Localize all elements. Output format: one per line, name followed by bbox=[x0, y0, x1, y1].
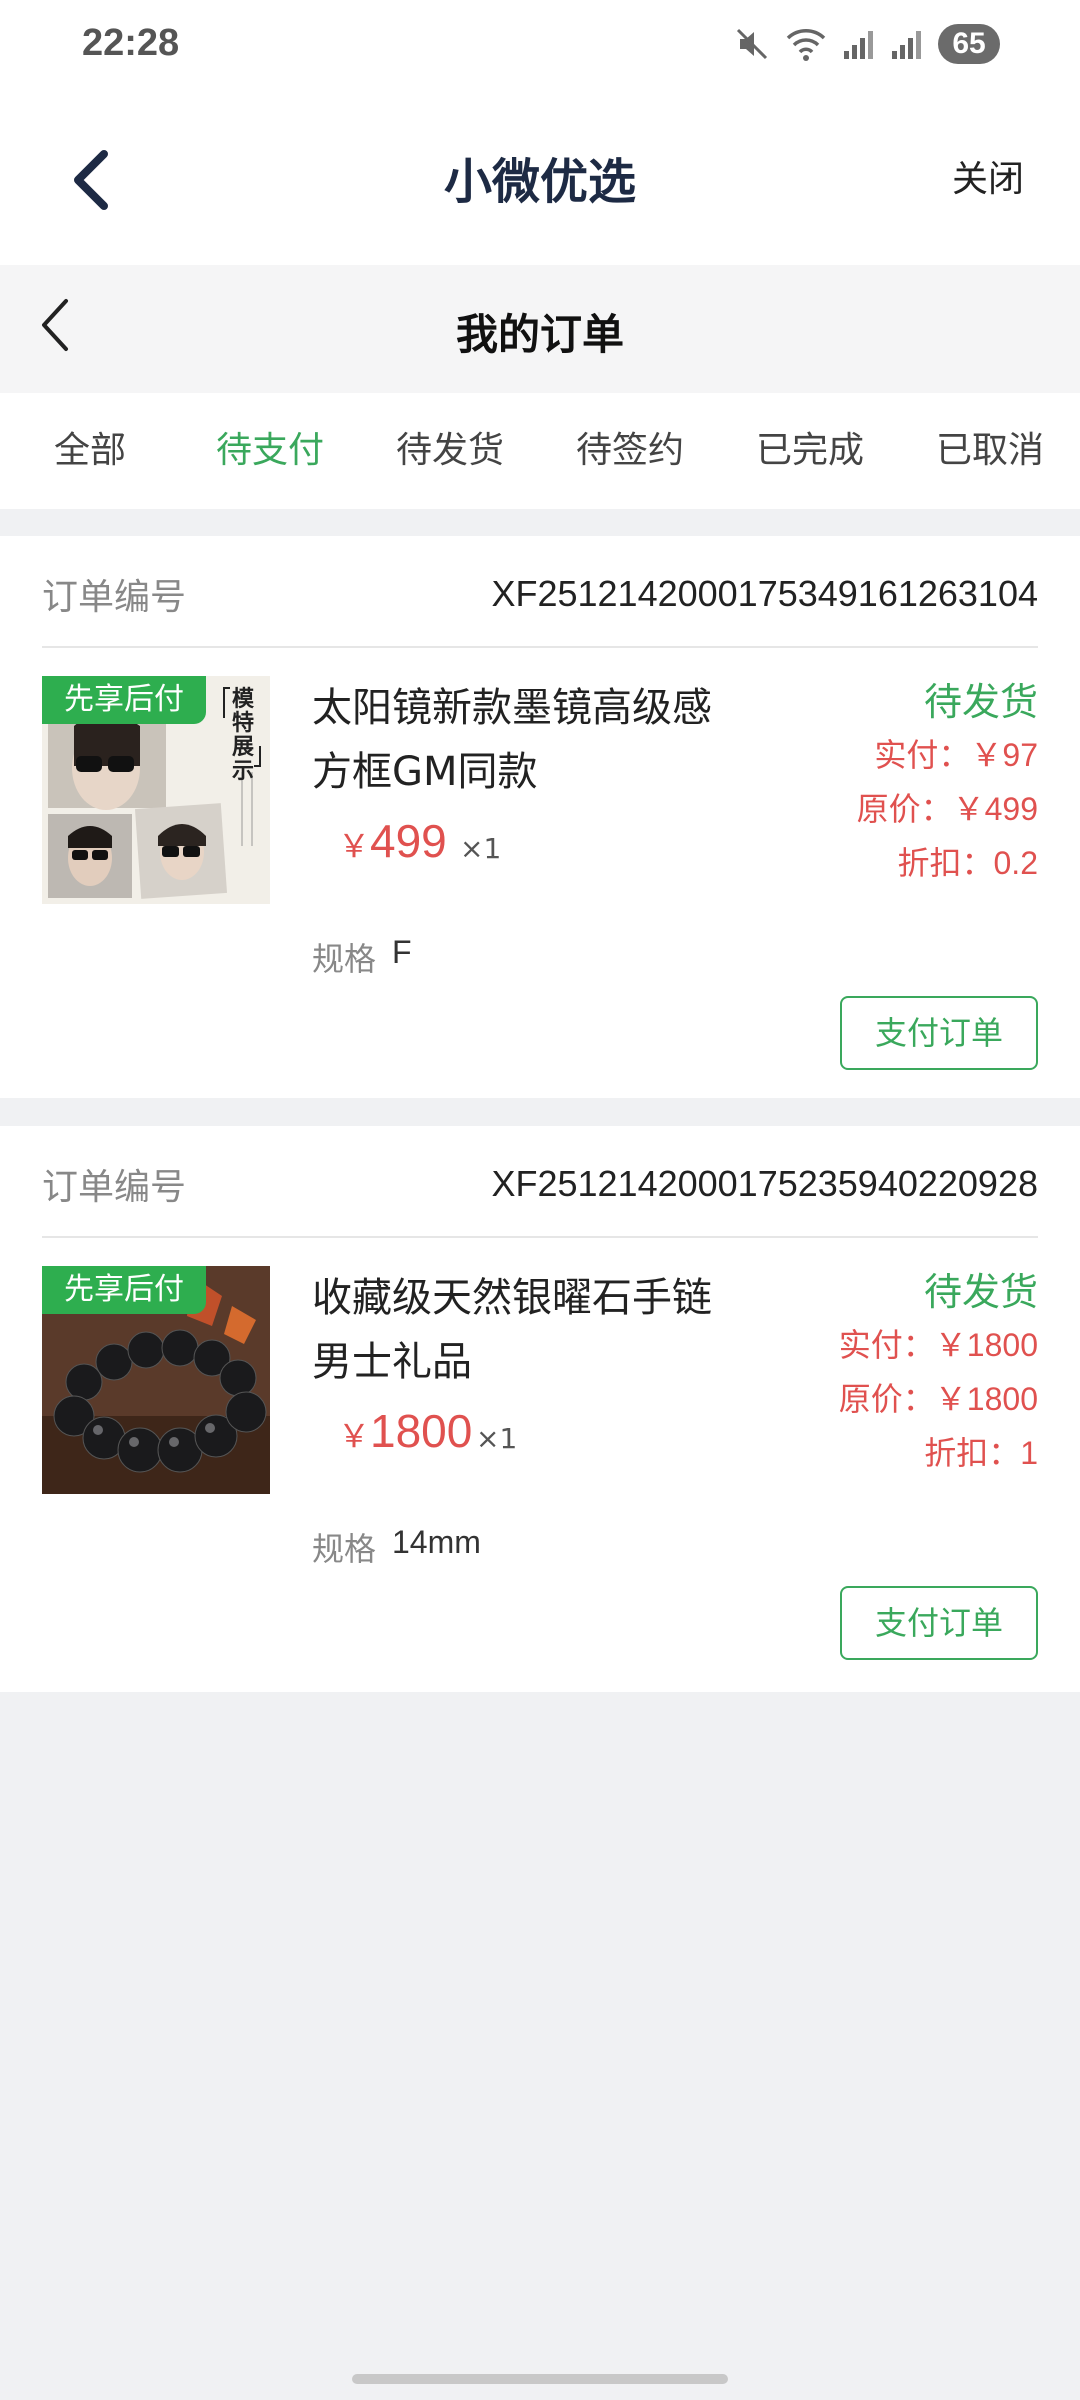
order-number: XF2512142000175349161263104 bbox=[491, 573, 1038, 614]
paid-amount: 实付：￥97 bbox=[874, 737, 1038, 773]
order-status: 待发货 bbox=[923, 680, 1038, 724]
close-button[interactable]: 关闭 bbox=[952, 150, 1024, 202]
tab-pending-contract[interactable]: 待签约 bbox=[540, 393, 720, 509]
home-indicator[interactable] bbox=[352, 2374, 728, 2384]
product-image-sunglasses[interactable]: 模 特 展 示 先享后付 bbox=[42, 676, 270, 904]
order-summary: 待发货 实付：￥97 原价：￥499 折扣：0.2 bbox=[857, 676, 1038, 890]
status-bar: 22:28 65 bbox=[0, 0, 1080, 90]
spec-label: 规格 bbox=[312, 1530, 377, 1568]
divider bbox=[42, 646, 1038, 648]
product-price: ￥1800 bbox=[338, 1404, 472, 1458]
original-price: 原价：￥1800 bbox=[838, 1381, 1038, 1417]
divider bbox=[42, 1236, 1038, 1238]
currency-symbol: ￥ bbox=[338, 1418, 371, 1454]
product-name[interactable]: 收藏级天然银曜石手链 男士礼品 bbox=[312, 1266, 772, 1394]
order-card[interactable]: 订单编号 XF2512142000175349161263104 模 特 展 示… bbox=[0, 536, 1080, 1098]
wifi-icon bbox=[784, 26, 828, 62]
tab-pending-shipment[interactable]: 待发货 bbox=[360, 393, 540, 509]
order-status-tabs: 全部 待支付 待发货 待签约 已完成 已取消 bbox=[0, 393, 1080, 509]
mute-icon bbox=[734, 26, 770, 62]
product-name[interactable]: 太阳镜新款墨镜高级感 方框GM同款 bbox=[312, 676, 772, 804]
product-image-bracelet[interactable]: 先享后付 bbox=[42, 1266, 270, 1494]
status-icons: 65 bbox=[734, 22, 1000, 66]
order-number-label: 订单编号 bbox=[42, 577, 187, 618]
app-title: 小微优选 bbox=[443, 154, 636, 210]
order-number-label: 订单编号 bbox=[42, 1167, 187, 1208]
spec-value: 14mm bbox=[392, 1524, 481, 1560]
order-status: 待发货 bbox=[923, 1270, 1038, 1314]
buy-now-pay-later-badge: 先享后付 bbox=[42, 1266, 206, 1314]
app-bar: 小微优选 关闭 bbox=[0, 90, 1080, 265]
signal-icon-2 bbox=[890, 27, 924, 61]
status-time: 22:28 bbox=[82, 22, 180, 64]
spec-value: F bbox=[392, 934, 412, 970]
tab-pending-payment[interactable]: 待支付 bbox=[180, 393, 360, 509]
discount: 折扣：1 bbox=[924, 1435, 1038, 1471]
tab-completed[interactable]: 已完成 bbox=[720, 393, 900, 509]
battery-indicator: 65 bbox=[938, 24, 1000, 64]
order-number: XF2512142000175235940220928 bbox=[491, 1163, 1038, 1204]
tab-all[interactable]: 全部 bbox=[0, 393, 180, 509]
page-header: 我的订单 bbox=[0, 265, 1080, 393]
image-caption: 模 特 展 示 bbox=[232, 687, 255, 784]
product-quantity: ×1 bbox=[476, 1422, 518, 1455]
currency-symbol: ￥ bbox=[338, 828, 371, 864]
order-number-row: 订单编号 XF2512142000175349161263104 bbox=[42, 564, 1038, 624]
order-summary: 待发货 实付：￥1800 原价：￥1800 折扣：1 bbox=[839, 1266, 1038, 1480]
pay-order-button[interactable]: 支付订单 bbox=[840, 996, 1038, 1070]
page-title: 我的订单 bbox=[455, 310, 624, 359]
order-card[interactable]: 订单编号 XF2512142000175235940220928 先享后付 收藏… bbox=[0, 1126, 1080, 1692]
pay-order-button[interactable]: 支付订单 bbox=[840, 1586, 1038, 1660]
original-price: 原价：￥499 bbox=[856, 791, 1038, 827]
price-value: 499 bbox=[370, 815, 447, 867]
product-quantity: ×1 bbox=[460, 832, 502, 865]
product-price: ￥499 bbox=[338, 814, 447, 868]
tab-cancelled[interactable]: 已取消 bbox=[900, 393, 1080, 509]
order-number-row: 订单编号 XF2512142000175235940220928 bbox=[42, 1154, 1038, 1214]
discount: 折扣：0.2 bbox=[897, 845, 1039, 881]
paid-amount: 实付：￥1800 bbox=[838, 1327, 1038, 1363]
buy-now-pay-later-badge: 先享后付 bbox=[42, 676, 206, 724]
price-value: 1800 bbox=[370, 1405, 473, 1457]
signal-icon bbox=[842, 27, 876, 61]
spec-label: 规格 bbox=[312, 940, 377, 978]
